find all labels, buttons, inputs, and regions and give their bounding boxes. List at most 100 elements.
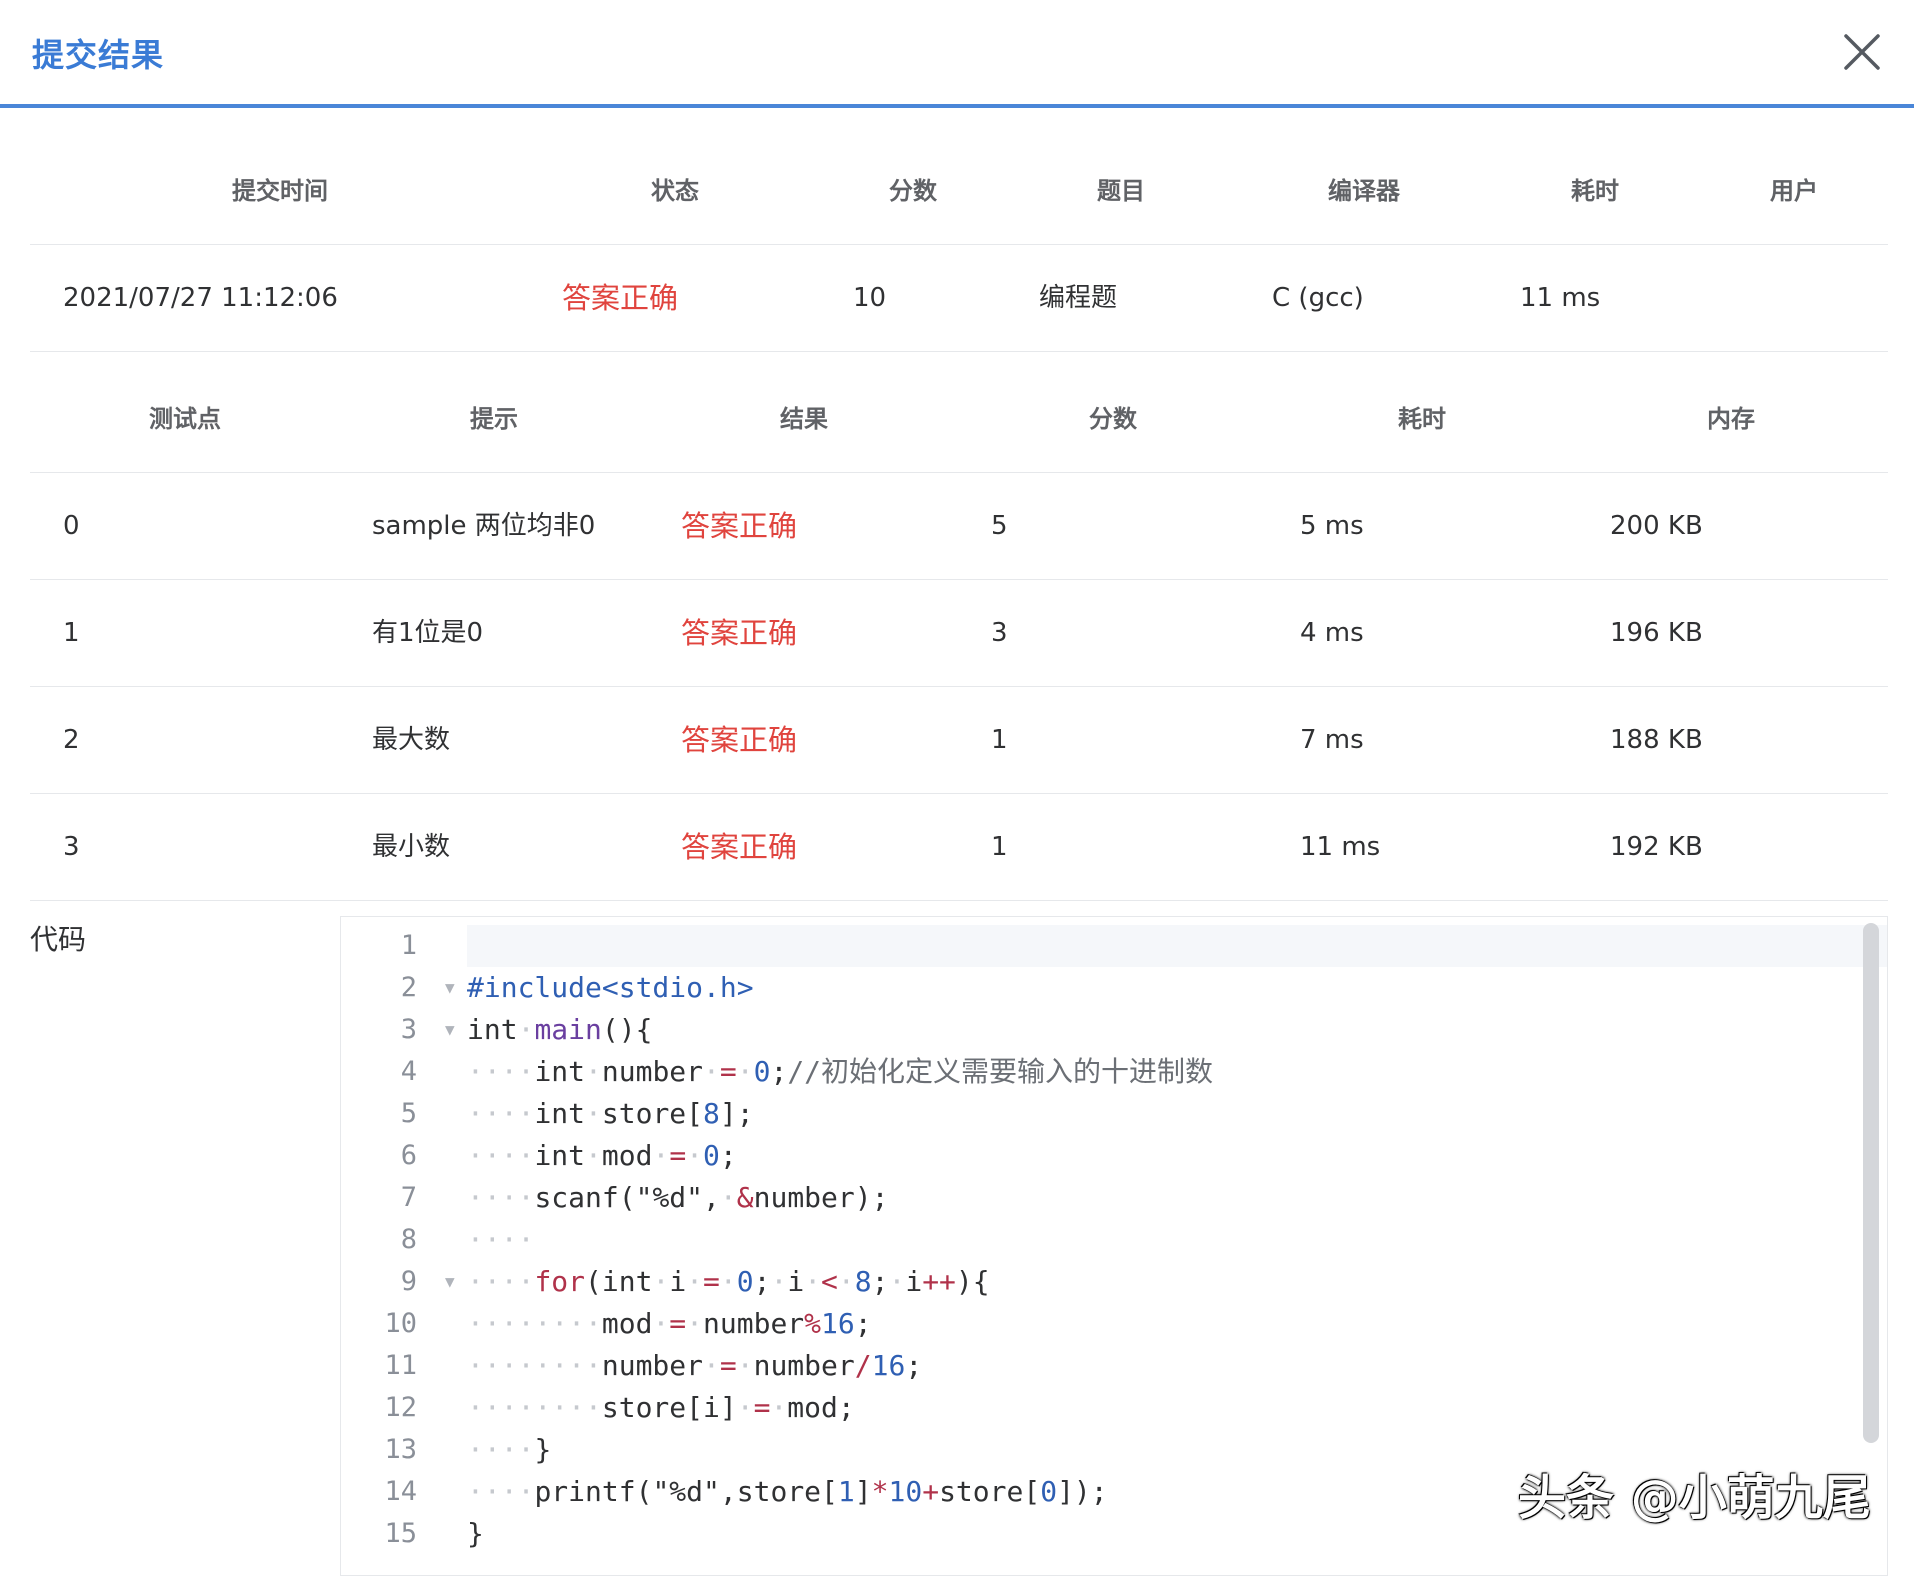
code-label: 代码 (30, 923, 87, 956)
line-number: 13 (384, 1434, 417, 1465)
code-line: 7 ····scanf("%d",·&number); (341, 1177, 1861, 1219)
testcase-id: 3 (63, 832, 80, 862)
code-text: ····int·store[8]; (467, 1097, 754, 1130)
fold-toggle-icon[interactable]: ▼ (445, 967, 455, 1009)
code-text: ········number·=·number/16; (467, 1349, 923, 1382)
testcase-result: 答案正确 (681, 830, 798, 864)
testcase-memory: 196 KB (1610, 618, 1703, 648)
score-value: 10 (853, 283, 887, 313)
line-number: 5 (400, 1098, 417, 1129)
status-badge: 答案正确 (562, 281, 679, 315)
testcase-time: 5 ms (1300, 511, 1364, 541)
testcase-hint: sample 两位均非0 (372, 511, 596, 541)
table-row: 3 最小数 答案正确 1 11 ms 192 KB (30, 794, 1888, 901)
testcase-hint: 最大数 (372, 725, 451, 755)
header-hint: 提示 (470, 405, 518, 433)
header-tc-time: 耗时 (1398, 405, 1446, 433)
testcase-time: 11 ms (1300, 832, 1381, 862)
testcase-id: 2 (63, 725, 80, 755)
duration-value: 11 ms (1520, 283, 1601, 313)
code-line: 8 ···· (341, 1219, 1861, 1261)
code-text: int·main(){ (467, 1013, 653, 1046)
line-number: 10 (384, 1308, 417, 1339)
testcase-id: 0 (63, 511, 80, 541)
line-number: 11 (384, 1350, 417, 1381)
testcase-hint: 有1位是0 (372, 618, 484, 648)
watermark: 头条 @小萌九尾 (1518, 1470, 1871, 1526)
compiler-value: C (gcc) (1272, 283, 1364, 313)
testcase-result: 答案正确 (681, 509, 798, 543)
summary-row: 2021/07/27 11:12:06 答案正确 10 编程题 C (gcc) … (30, 245, 1888, 352)
table-row: 1 有1位是0 答案正确 3 4 ms 196 KB (30, 580, 1888, 687)
header-duration: 耗时 (1571, 177, 1619, 205)
line-number: 7 (400, 1182, 417, 1213)
testcase-score: 3 (991, 618, 1008, 648)
testcase-score: 1 (991, 832, 1008, 862)
header-compiler: 编译器 (1328, 177, 1400, 205)
line-number: 8 (400, 1224, 417, 1255)
dialog-title: 提交结果 (32, 36, 165, 74)
summary-table: 提交时间 状态 分数 题目 编译器 耗时 用户 2021/07/27 11:12… (30, 138, 1888, 352)
code-text: #include<stdio.h> (467, 971, 754, 1004)
testcase-id: 1 (63, 618, 80, 648)
line-number: 2 (400, 972, 417, 1003)
vertical-scrollbar[interactable] (1863, 923, 1879, 1443)
line-number: 9 (400, 1266, 417, 1297)
code-line: 9 ▼ ····for(int·i·=·0;·i·<·8;·i++){ (341, 1261, 1861, 1303)
code-line: 2 ▼ #include<stdio.h> (341, 967, 1861, 1009)
table-row: 2 最大数 答案正确 1 7 ms 188 KB (30, 687, 1888, 794)
header-user: 用户 (1770, 177, 1818, 205)
close-icon (1844, 34, 1880, 70)
dialog-header: 提交结果 (0, 0, 1914, 108)
code-line: 5 ····int·store[8]; (341, 1093, 1861, 1135)
problem-value: 编程题 (1039, 283, 1118, 313)
code-line: 10 ········mod·=·number%16; (341, 1303, 1861, 1345)
code-text (467, 925, 1887, 967)
header-result: 结果 (780, 405, 828, 433)
header-problem: 题目 (1097, 177, 1145, 205)
code-line: 3 ▼ int·main(){ (341, 1009, 1861, 1051)
submit-time: 2021/07/27 11:12:06 (63, 283, 338, 313)
code-text: ····for(int·i·=·0;·i·<·8;·i++){ (467, 1265, 990, 1298)
testcase-header-row: 测试点 提示 结果 分数 耗时 内存 (30, 366, 1888, 473)
fold-toggle-icon[interactable]: ▼ (445, 1009, 455, 1051)
close-button[interactable] (1840, 30, 1884, 74)
header-status: 状态 (651, 177, 699, 205)
testcase-score: 5 (991, 511, 1008, 541)
testcase-memory: 200 KB (1610, 511, 1703, 541)
testcase-time: 7 ms (1300, 725, 1364, 755)
code-text: ····int·mod·=·0; (467, 1139, 737, 1172)
header-testcase: 测试点 (149, 405, 221, 433)
line-number: 3 (400, 1014, 417, 1045)
line-number: 14 (384, 1476, 417, 1507)
code-text: ········mod·=·number%16; (467, 1307, 872, 1340)
code-line: 11 ········number·=·number/16; (341, 1345, 1861, 1387)
testcase-result: 答案正确 (681, 616, 798, 650)
line-number: 15 (384, 1518, 417, 1549)
code-text: ····scanf("%d",·&number); (467, 1181, 889, 1214)
testcase-result: 答案正确 (681, 723, 798, 757)
fold-toggle-icon[interactable]: ▼ (445, 1261, 455, 1303)
testcase-time: 4 ms (1300, 618, 1364, 648)
line-number: 4 (400, 1056, 417, 1087)
line-number: 6 (400, 1140, 417, 1171)
header-score: 分数 (889, 177, 937, 205)
header-tc-score: 分数 (1089, 405, 1137, 433)
code-line: 4 ····int·number·=·0;//初始化定义需要输入的十进制数 (341, 1051, 1861, 1093)
code-text: ········store[i]·=·mod; (467, 1391, 855, 1424)
testcase-memory: 192 KB (1610, 832, 1703, 862)
code-text: ····int·number·=·0;//初始化定义需要输入的十进制数 (467, 1055, 1214, 1088)
code-line: 6 ····int·mod·=·0; (341, 1135, 1861, 1177)
line-number: 12 (384, 1392, 417, 1423)
header-memory: 内存 (1707, 405, 1755, 433)
testcase-memory: 188 KB (1610, 725, 1703, 755)
code-line: 1 (341, 925, 1887, 967)
table-row: 0 sample 两位均非0 答案正确 5 5 ms 200 KB (30, 473, 1888, 580)
line-number: 1 (400, 930, 417, 961)
summary-header-row: 提交时间 状态 分数 题目 编译器 耗时 用户 (30, 138, 1888, 245)
testcase-hint: 最小数 (372, 832, 451, 862)
testcase-table: 测试点 提示 结果 分数 耗时 内存 0 sample 两位均非0 答案正确 5… (30, 366, 1888, 901)
header-submit-time: 提交时间 (232, 177, 328, 205)
testcase-score: 1 (991, 725, 1008, 755)
code-text: ···· (467, 1223, 535, 1256)
